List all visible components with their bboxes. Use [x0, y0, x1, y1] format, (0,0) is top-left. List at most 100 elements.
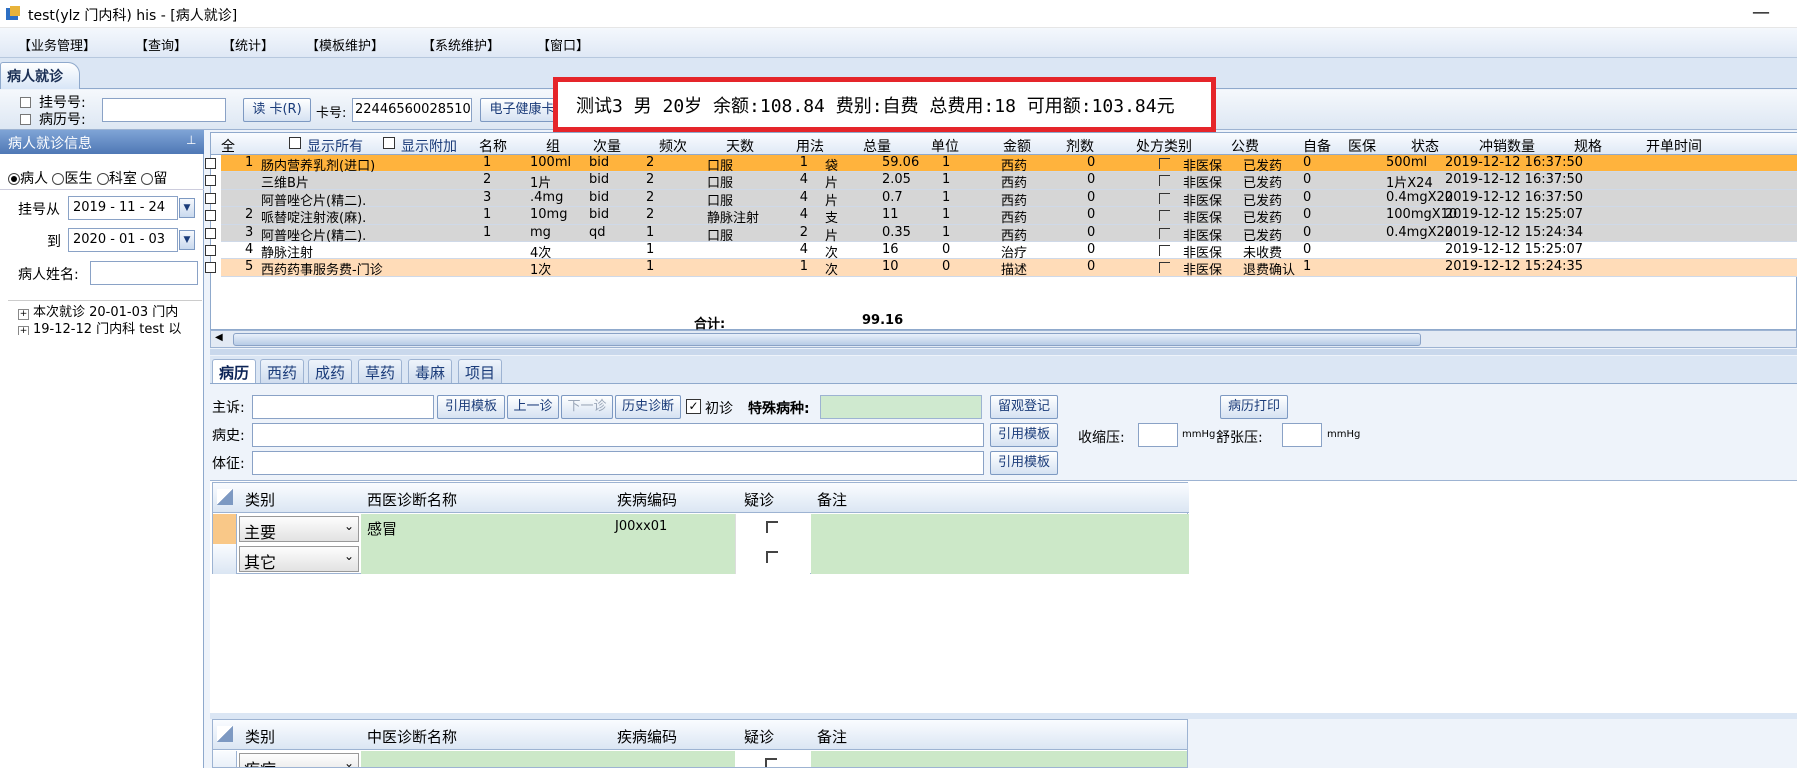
select-all-corner-icon[interactable]	[217, 726, 233, 742]
tab-narcotic[interactable]: 毒麻	[408, 359, 453, 383]
tcm-name-cell[interactable]	[361, 751, 735, 767]
row-checkbox[interactable]	[205, 245, 216, 256]
col-self[interactable]: 自备	[1303, 136, 1331, 156]
col-category[interactable]: 处方类别	[1136, 136, 1192, 156]
diag-note-cell[interactable]	[811, 514, 1189, 544]
suspected-checkbox[interactable]	[765, 758, 777, 767]
menu-business[interactable]: 【业务管理】	[18, 35, 96, 54]
chevron-down-icon[interactable]: ⌄	[344, 756, 354, 767]
table-row[interactable]: 5 西药药事服务费-门诊 1次 1 1 次 10 0 描述 0 非医保 退费确认 1 2019-12-12…	[205, 259, 1797, 278]
radio-dept[interactable]	[96, 173, 109, 185]
table-row[interactable]: 2 哌替啶注射液(麻). 1 10mg bid 2 静脉注射 4 支 11 1 西药 0 非医保 已发药 0 1…	[205, 207, 1797, 226]
col-reversal[interactable]: 冲销数量	[1479, 136, 1535, 156]
history-diagnosis-button[interactable]: 历史诊断	[615, 395, 681, 419]
to-date-field[interactable]: 2020 - 01 - 03	[68, 228, 178, 252]
quote-template-button[interactable]: 引用模板	[437, 395, 505, 419]
menu-statistics[interactable]: 【统计】	[222, 35, 274, 54]
scrollbar-thumb[interactable]	[233, 333, 1421, 346]
record-no-checkbox[interactable]	[20, 114, 31, 125]
horizontal-scrollbar[interactable]: ◀	[210, 330, 1797, 348]
col-days[interactable]: 天数	[726, 136, 754, 156]
col-total[interactable]: 总量	[863, 136, 891, 156]
tab-herbal[interactable]: 草药	[358, 359, 403, 383]
row-header[interactable]	[213, 544, 237, 574]
diag-category-select[interactable]: 主要 ⌄	[239, 516, 359, 542]
col-time[interactable]: 开单时间	[1646, 136, 1702, 156]
first-visit-checkbox[interactable]: ✓	[686, 399, 701, 414]
col-public[interactable]: 公费	[1231, 136, 1259, 156]
col-name[interactable]: 名称	[479, 136, 507, 156]
self-provided-checkbox[interactable]	[1159, 262, 1170, 274]
menu-window[interactable]: 【窗口】	[537, 35, 589, 54]
self-provided-checkbox[interactable]	[1159, 175, 1170, 187]
splitter[interactable]	[210, 349, 1797, 355]
ehealth-card-button[interactable]: 电子健康卡	[480, 98, 564, 122]
diag-code-cell[interactable]: J00xx01	[611, 514, 735, 544]
show-extra-checkbox[interactable]	[383, 137, 395, 149]
minimize-icon[interactable]: —	[1752, 2, 1770, 23]
card-no-field[interactable]: 224465600285108	[352, 98, 472, 122]
row-checkbox[interactable]	[205, 192, 216, 204]
col-status[interactable]: 状态	[1411, 136, 1439, 156]
table-row[interactable]: 4 静脉注射 4次 1 4 次 16 0 治疗 0 非医保 未收费 0 2019-12-12 15:25:…	[205, 242, 1797, 261]
diag-suspected-cell-2[interactable]	[735, 544, 810, 574]
sign-input[interactable]	[252, 451, 984, 475]
col-usage[interactable]: 用法	[796, 136, 824, 156]
row-header[interactable]	[213, 751, 237, 767]
tree-node[interactable]: +19-12-12 门内科 test 以	[18, 318, 204, 335]
query-input[interactable]	[102, 98, 226, 122]
select-all-corner-icon[interactable]	[217, 489, 233, 505]
radio-patient[interactable]	[8, 173, 20, 185]
tab-western[interactable]: 西药	[260, 359, 305, 383]
col-all[interactable]: 全	[221, 136, 235, 156]
radio-stay[interactable]	[141, 173, 154, 185]
table-row[interactable]: 1 肠内营养乳剂(进口) 1 100ml bid 2 口服 1 袋 59.06 1 西药 0 非医保 已发药…	[205, 155, 1797, 174]
chevron-down-icon[interactable]: ⌄	[344, 549, 354, 563]
scroll-left-icon[interactable]: ◀	[215, 332, 223, 343]
diag-category-select-2[interactable]: 其它 ⌄	[239, 546, 359, 572]
diastolic-input[interactable]	[1282, 423, 1322, 447]
tree-node[interactable]: + 本次就诊 20-01-03 门内	[18, 301, 204, 320]
pin-icon[interactable]: ⊥	[186, 133, 196, 147]
prev-visit-button[interactable]: 上一诊	[507, 395, 559, 419]
row-checkbox[interactable]	[205, 227, 216, 239]
menu-query[interactable]: 【查询】	[135, 35, 187, 54]
tab-patient-visit[interactable]: 病人就诊	[0, 62, 80, 89]
self-provided-checkbox[interactable]	[1159, 158, 1170, 169]
history-input[interactable]	[252, 423, 984, 447]
diag-suspected-cell[interactable]	[735, 514, 810, 544]
row-checkbox[interactable]	[205, 210, 216, 222]
expand-icon[interactable]: +	[18, 326, 29, 335]
show-all-checkbox[interactable]	[289, 137, 301, 149]
tab-items[interactable]: 项目	[458, 359, 503, 383]
tcm-note-cell[interactable]	[811, 751, 1187, 767]
tab-record[interactable]: 病历	[212, 359, 257, 383]
row-header[interactable]	[213, 514, 237, 544]
self-provided-checkbox[interactable]	[1159, 210, 1170, 222]
special-disease-field[interactable]	[820, 395, 982, 419]
row-checkbox[interactable]	[205, 262, 216, 274]
chevron-down-icon[interactable]: ⌄	[344, 519, 354, 533]
col-unit[interactable]: 单位	[931, 136, 959, 156]
col-amount[interactable]: 金额	[1003, 136, 1031, 156]
from-date-dropdown-icon[interactable]: ▼	[179, 198, 195, 218]
col-spec[interactable]: 规格	[1574, 136, 1602, 156]
col-freq[interactable]: 频次	[659, 136, 687, 156]
diag-name-cell-2[interactable]	[361, 544, 611, 574]
self-provided-checkbox[interactable]	[1159, 227, 1170, 239]
observation-button[interactable]: 留观登记	[990, 395, 1058, 419]
col-dose[interactable]: 次量	[593, 136, 621, 156]
tcm-suspected-cell[interactable]	[735, 751, 810, 767]
menu-template[interactable]: 【模板维护】	[306, 35, 384, 54]
next-visit-button[interactable]: 下一诊	[561, 395, 613, 419]
suspected-checkbox[interactable]	[766, 521, 778, 533]
menu-system[interactable]: 【系统维护】	[422, 35, 500, 54]
history-template-button[interactable]: 引用模板	[990, 423, 1058, 447]
table-row[interactable]: 3 阿普唑仑片(精二). 1 mg qd 1 口服 2 片 0.35 1 西药 0 非医保 已发药 0 0.4m…	[205, 224, 1797, 244]
diag-code-cell-2[interactable]	[611, 544, 735, 574]
self-provided-checkbox[interactable]	[1159, 245, 1170, 256]
col-insurance[interactable]: 医保	[1348, 136, 1376, 156]
to-date-dropdown-icon[interactable]: ▼	[179, 230, 195, 250]
print-record-button[interactable]: 病历打印	[1220, 395, 1288, 419]
suspected-checkbox[interactable]	[766, 551, 778, 563]
